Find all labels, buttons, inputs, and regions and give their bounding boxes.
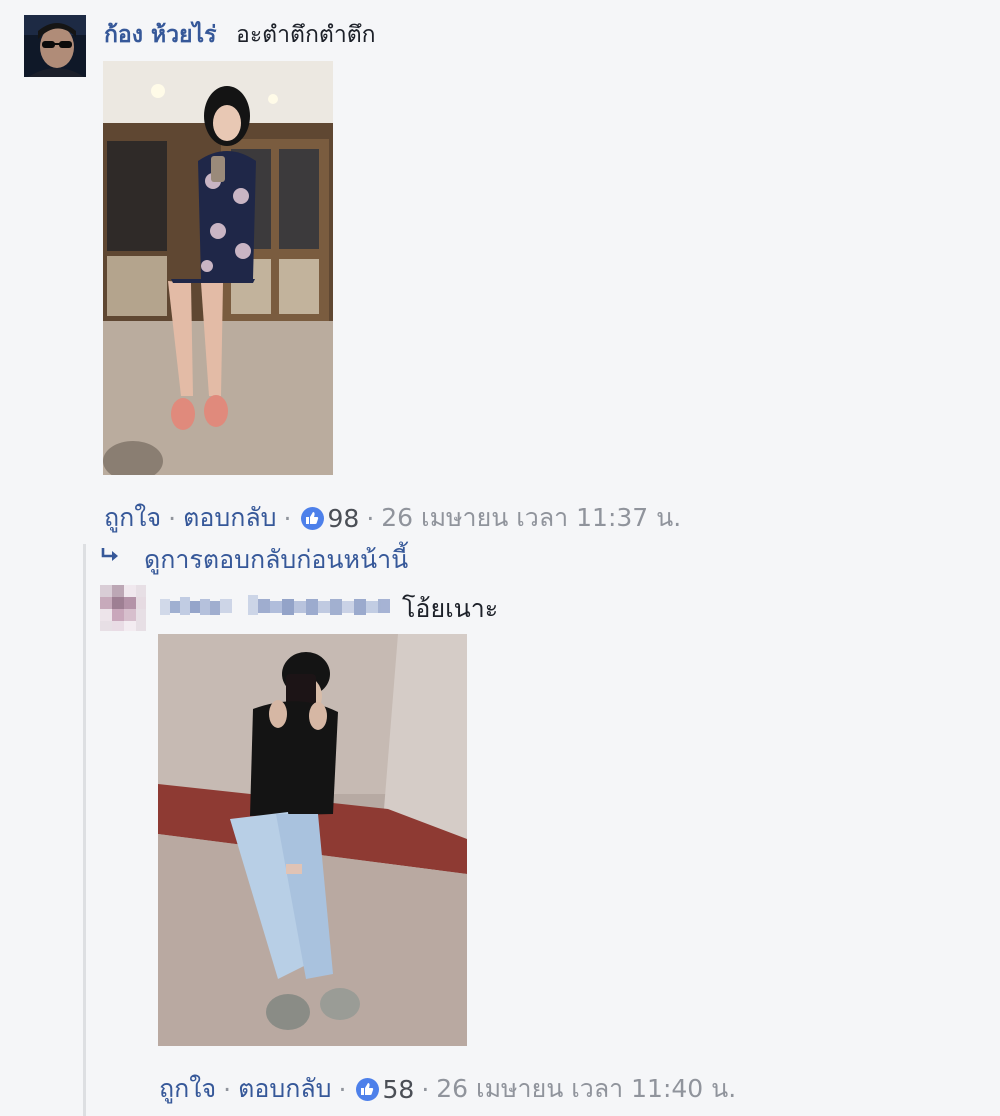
- separator-dot: ·: [168, 503, 177, 533]
- view-previous-replies-link[interactable]: ดูการตอบกลับก่อนหน้านี้: [144, 540, 408, 580]
- comment-text: อะตำตึกตำตึก: [236, 22, 376, 48]
- separator-dot: ·: [366, 503, 375, 533]
- comment-photo[interactable]: [103, 61, 333, 475]
- comment-author-name[interactable]: ก้อง ห้วยไร่: [104, 17, 216, 53]
- reply-timestamp[interactable]: 26 เมษายน เวลา 11:40 น.: [436, 1069, 736, 1109]
- reply-photo[interactable]: [158, 634, 467, 1046]
- reply-link[interactable]: ตอบกลับ: [238, 1069, 331, 1109]
- separator-dot: ·: [223, 1074, 232, 1104]
- comment-timestamp[interactable]: 26 เมษายน เวลา 11:37 น.: [381, 498, 681, 538]
- reply-arrow-icon: [100, 545, 122, 567]
- thumbs-up-icon[interactable]: [355, 1077, 379, 1101]
- reaction-count[interactable]: 98: [328, 504, 360, 533]
- reply-text: โอ้ยเนาะ: [402, 594, 499, 623]
- thumbs-up-icon[interactable]: [300, 506, 324, 530]
- separator-dot: ·: [421, 1074, 430, 1104]
- reply-thread-line: [83, 544, 86, 1116]
- replier-avatar[interactable]: [100, 585, 146, 631]
- reply-link[interactable]: ตอบกลับ: [183, 498, 276, 538]
- reply-actions: ถูกใจ · ตอบกลับ · 58 · 26 เมษายน เวลา 11…: [159, 1069, 736, 1109]
- commenter-avatar[interactable]: [24, 15, 86, 77]
- reaction-count[interactable]: 58: [383, 1075, 415, 1104]
- replier-name-blurred[interactable]: [158, 587, 398, 625]
- separator-dot: ·: [338, 1074, 347, 1104]
- comment-actions: ถูกใจ · ตอบกลับ · 98 · 26 เมษายน เวลา 11…: [104, 498, 681, 538]
- separator-dot: ·: [283, 503, 292, 533]
- like-link[interactable]: ถูกใจ: [104, 498, 161, 538]
- like-link[interactable]: ถูกใจ: [159, 1069, 216, 1109]
